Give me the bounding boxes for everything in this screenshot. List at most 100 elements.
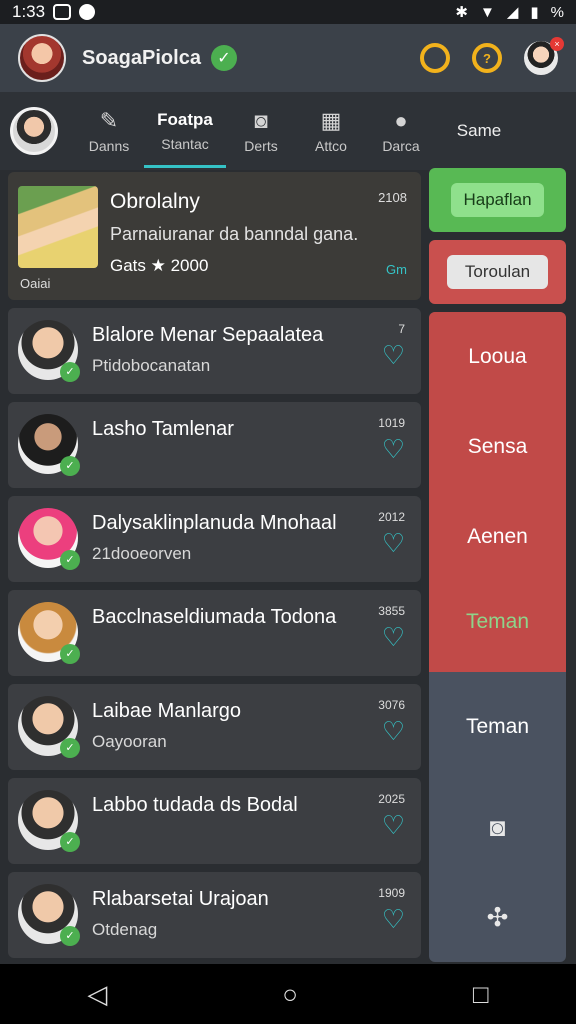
featured-meta: Gats ★ 2000: [110, 256, 209, 275]
contact-subtitle: Ptidobocanatan: [92, 356, 211, 375]
tab-profile-avatar[interactable]: [10, 107, 58, 155]
heart-icon[interactable]: ♡: [382, 624, 405, 650]
search-icon[interactable]: [420, 43, 450, 73]
tab-attco[interactable]: ▦ Attco: [296, 92, 366, 170]
secondary-button[interactable]: Toroulan: [429, 240, 566, 304]
heart-icon[interactable]: ♡: [382, 436, 405, 462]
contact-count: 1909: [378, 886, 405, 900]
heart-icon[interactable]: ♡: [382, 342, 405, 368]
avatar: ✓: [18, 884, 80, 946]
tab-stantac[interactable]: Foatpa Stantac: [144, 92, 226, 170]
online-check-icon: ✓: [60, 738, 80, 758]
home-icon[interactable]: ○: [282, 979, 298, 1010]
heart-icon[interactable]: ♡: [382, 530, 405, 556]
back-icon[interactable]: ◁: [87, 979, 107, 1010]
tab-derts[interactable]: ◙ Derts: [226, 92, 296, 170]
message-icon: ●: [394, 108, 408, 133]
side-menu-highlight: Looua Sensa Aenen Teman: [429, 312, 566, 672]
camera-icon: ◙: [254, 108, 268, 133]
list-item[interactable]: ✓ Rlabarsetai Urajoan Otdenag 1909 ♡: [8, 872, 421, 958]
tab-label: Attco: [315, 138, 347, 154]
featured-title: Obrolalny: [110, 190, 200, 213]
account-avatar[interactable]: ×: [524, 37, 564, 75]
contact-count: 7: [398, 322, 405, 336]
list-item[interactable]: ✓ Dalysaklinplanuda Mnohaal 21dooeorven …: [8, 496, 421, 582]
contact-subtitle: 21dooeorven: [92, 544, 192, 563]
notification-icon: [53, 4, 72, 20]
heart-icon[interactable]: ♡: [382, 906, 405, 932]
heart-icon[interactable]: ♡: [382, 718, 405, 744]
online-check-icon: ✓: [60, 550, 80, 570]
contact-name: Bacclnaseldiumada Todona: [92, 606, 337, 628]
tab-label: Derts: [244, 138, 278, 154]
avatar: ✓: [18, 508, 80, 570]
tab-bar: ✎ Danns Foatpa Stantac ◙ Derts ▦ Attco ●…: [0, 92, 576, 170]
system-nav-bar: ◁ ○ □: [0, 964, 576, 1024]
contact-count: 2012: [378, 510, 405, 524]
heart-icon[interactable]: ♡: [382, 812, 405, 838]
chat-icon[interactable]: ?: [472, 43, 502, 73]
contact-subtitle: Otdenag: [92, 920, 158, 939]
status-bar: 1:33 ✱ ▼ ◢ ▮ %: [0, 0, 576, 24]
verified-check-icon: ✓: [210, 45, 237, 71]
bluetooth-icon: ✱: [455, 4, 468, 21]
side-item-teman-active[interactable]: Teman: [429, 582, 566, 662]
tab-label: Danns: [88, 138, 130, 154]
contact-name: Lasho Tamlenar: [92, 418, 234, 440]
recents-icon[interactable]: □: [473, 979, 489, 1010]
app-title: SoagaPiolca: [82, 46, 201, 69]
share-icon[interactable]: ✣: [429, 872, 566, 962]
side-item-teman[interactable]: Teman: [429, 672, 566, 782]
featured-description: Parnaiuranar da banndal gana.: [110, 224, 359, 244]
tab-same[interactable]: Same: [444, 92, 514, 170]
online-check-icon: ✓: [60, 832, 80, 852]
profile-avatar[interactable]: [18, 34, 66, 82]
contact-count: 3855: [378, 604, 405, 618]
contact-name: Laibae Manlargo: [92, 700, 241, 722]
contact-name: Labbo tudada ds Bodal: [92, 794, 298, 816]
list-item[interactable]: ✓ Bacclnaseldiumada Todona 3855 ♡: [8, 590, 421, 676]
side-panel: Hapaflan Toroulan Looua Sensa Aenen Tema…: [429, 168, 566, 962]
tab-label-top: Foatpa: [157, 110, 213, 129]
list-item[interactable]: ✓ Lasho Tamlenar 1019 ♡: [8, 402, 421, 488]
side-item-sensa[interactable]: Sensa: [429, 402, 566, 492]
avatar: ✓: [18, 602, 80, 664]
primary-button[interactable]: Hapaflan: [429, 168, 566, 232]
side-item-aenen[interactable]: Aenen: [429, 492, 566, 582]
battery-percent: %: [550, 3, 564, 21]
online-check-icon: ✓: [60, 362, 80, 382]
contact-name: Rlabarsetai Urajoan: [92, 888, 269, 910]
list-item[interactable]: ✓ Blalore Menar Sepaalatea Ptidobocanata…: [8, 308, 421, 394]
avatar: ✓: [18, 696, 80, 758]
avatar: ✓: [18, 414, 80, 476]
edit-icon: ✎: [99, 108, 119, 133]
tab-danns[interactable]: ✎ Danns: [74, 92, 144, 170]
wifi-icon: ▼: [479, 3, 495, 21]
side-item-looua[interactable]: Looua: [429, 312, 566, 402]
calendar-icon: ▦: [320, 108, 342, 133]
contact-count: 1019: [378, 416, 405, 430]
side-menu: Looua Sensa Aenen Teman Teman ◙ ✣: [429, 312, 566, 962]
contact-name: Blalore Menar Sepaalatea: [92, 324, 324, 346]
contact-count: 3076: [378, 698, 405, 712]
list-item[interactable]: ✓ Labbo tudada ds Bodal 2025 ♡: [8, 778, 421, 864]
online-check-icon: ✓: [60, 456, 80, 476]
online-check-icon: ✓: [60, 926, 80, 946]
notification-badge-icon: ×: [550, 37, 564, 51]
battery-icon: ▮: [530, 4, 539, 21]
featured-number: 2108: [378, 190, 407, 205]
contact-name: Dalysaklinplanuda Mnohaal: [92, 512, 337, 534]
featured-card[interactable]: Oaiai Obrolalny Parnaiuranar da banndal …: [8, 172, 421, 300]
tab-label: Stantac: [161, 136, 209, 152]
featured-thumb-label: Oaiai: [20, 276, 51, 291]
avatar: ✓: [18, 320, 80, 382]
contact-subtitle: Oayooran: [92, 732, 167, 751]
signal-icon: ◢: [506, 4, 519, 21]
tab-label: Darca: [382, 138, 420, 154]
featured-thumbnail: [18, 186, 98, 268]
camera-icon[interactable]: ◙: [429, 782, 566, 872]
app-notification-icon: [79, 4, 96, 20]
primary-button-label: Hapaflan: [451, 183, 544, 217]
tab-darca[interactable]: ● Darca: [366, 92, 436, 170]
list-item[interactable]: ✓ Laibae Manlargo Oayooran 3076 ♡: [8, 684, 421, 770]
